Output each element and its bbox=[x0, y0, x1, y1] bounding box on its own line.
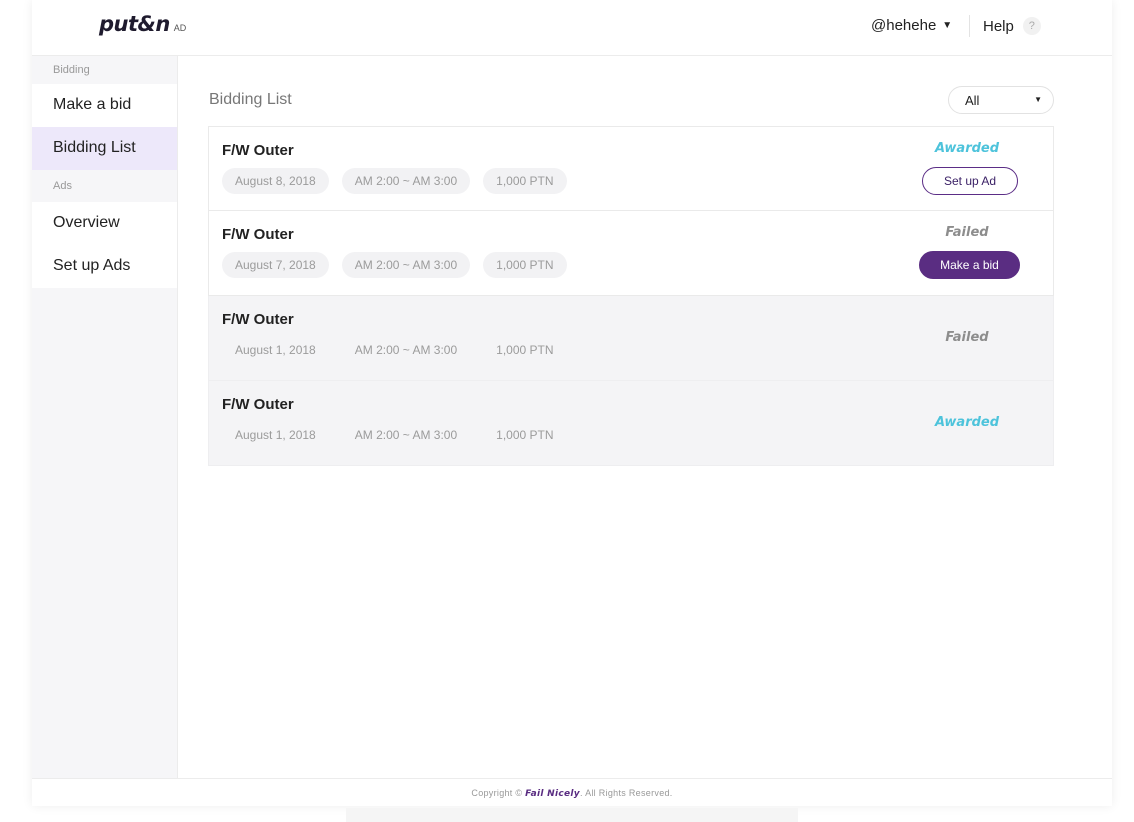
bidding-list: F/W Outer August 8, 2018 AM 2:00 ~ AM 3:… bbox=[208, 126, 1054, 466]
bottom-scroll-strip bbox=[346, 808, 798, 822]
status-badge: Failed bbox=[945, 225, 989, 240]
footer: Copyright © Fail Nicely. All Rights Rese… bbox=[32, 778, 1112, 806]
footer-brand: Fail Nicely bbox=[525, 789, 580, 799]
sidebar-item-overview[interactable]: Overview bbox=[32, 202, 177, 245]
header-divider bbox=[969, 15, 970, 37]
caret-down-icon: ▼ bbox=[942, 20, 953, 31]
app-frame: put&n AD @hehehe ▼ Help ? Bidding Make a… bbox=[32, 0, 1112, 806]
bid-price: 1,000 PTN bbox=[496, 343, 554, 357]
page-title: Bidding List bbox=[209, 91, 292, 108]
bid-title: F/W Outer bbox=[222, 311, 294, 328]
username: @hehehe bbox=[871, 17, 937, 34]
bid-price: 1,000 PTN bbox=[483, 168, 567, 194]
bid-time: AM 2:00 ~ AM 3:00 bbox=[341, 252, 471, 278]
bid-price: 1,000 PTN bbox=[496, 428, 554, 442]
bid-date: August 1, 2018 bbox=[235, 428, 316, 442]
logo-wordmark: put&n bbox=[99, 12, 170, 36]
top-header: put&n AD @hehehe ▼ Help ? bbox=[32, 0, 1112, 56]
sidebar-item-make-a-bid[interactable]: Make a bid bbox=[32, 84, 177, 127]
sidebar-group-ads: Ads bbox=[53, 180, 72, 192]
status-filter-select[interactable]: All ▼ bbox=[948, 86, 1054, 114]
bid-title: F/W Outer bbox=[222, 396, 294, 413]
question-icon: ? bbox=[1022, 17, 1041, 35]
status-badge: Awarded bbox=[934, 141, 1000, 156]
bid-time: AM 2:00 ~ AM 3:00 bbox=[354, 428, 458, 442]
status-badge: Failed bbox=[945, 330, 989, 345]
copyright-prefix: Copyright © bbox=[471, 788, 523, 798]
filter-value: All bbox=[965, 93, 980, 108]
logo-subtext: AD bbox=[173, 23, 187, 33]
make-a-bid-button[interactable]: Make a bid bbox=[919, 251, 1020, 279]
set-up-ad-button[interactable]: Set up Ad bbox=[922, 167, 1018, 195]
copyright-suffix: . All Rights Reserved. bbox=[579, 788, 673, 798]
bid-date: August 7, 2018 bbox=[222, 252, 329, 278]
bid-row: F/W Outer August 7, 2018 AM 2:00 ~ AM 3:… bbox=[208, 211, 1054, 296]
bid-title: F/W Outer bbox=[222, 142, 294, 159]
bid-title: F/W Outer bbox=[222, 226, 294, 243]
sidebar: Bidding Make a bid Bidding List Ads Over… bbox=[32, 56, 178, 778]
sidebar-item-set-up-ads[interactable]: Set up Ads bbox=[32, 245, 177, 288]
status-badge: Awarded bbox=[934, 415, 1000, 430]
bid-date: August 8, 2018 bbox=[222, 168, 329, 194]
bid-row: F/W Outer August 8, 2018 AM 2:00 ~ AM 3:… bbox=[208, 126, 1054, 211]
bid-price: 1,000 PTN bbox=[483, 252, 567, 278]
bid-time: AM 2:00 ~ AM 3:00 bbox=[354, 343, 458, 357]
help-link[interactable]: Help ? bbox=[983, 17, 1041, 35]
bid-date: August 1, 2018 bbox=[235, 343, 316, 357]
sidebar-item-bidding-list[interactable]: Bidding List bbox=[32, 127, 177, 170]
bid-row: F/W Outer August 1, 2018 AM 2:00 ~ AM 3:… bbox=[208, 296, 1054, 381]
brand-logo[interactable]: put&n AD bbox=[99, 12, 186, 36]
sidebar-group-bidding: Bidding bbox=[53, 64, 90, 76]
dropdown-arrow-icon: ▼ bbox=[1034, 95, 1042, 104]
bid-time: AM 2:00 ~ AM 3:00 bbox=[341, 168, 471, 194]
user-menu[interactable]: @hehehe ▼ bbox=[871, 17, 952, 34]
bid-row: F/W Outer August 1, 2018 AM 2:00 ~ AM 3:… bbox=[208, 381, 1054, 466]
help-label: Help bbox=[983, 17, 1014, 35]
